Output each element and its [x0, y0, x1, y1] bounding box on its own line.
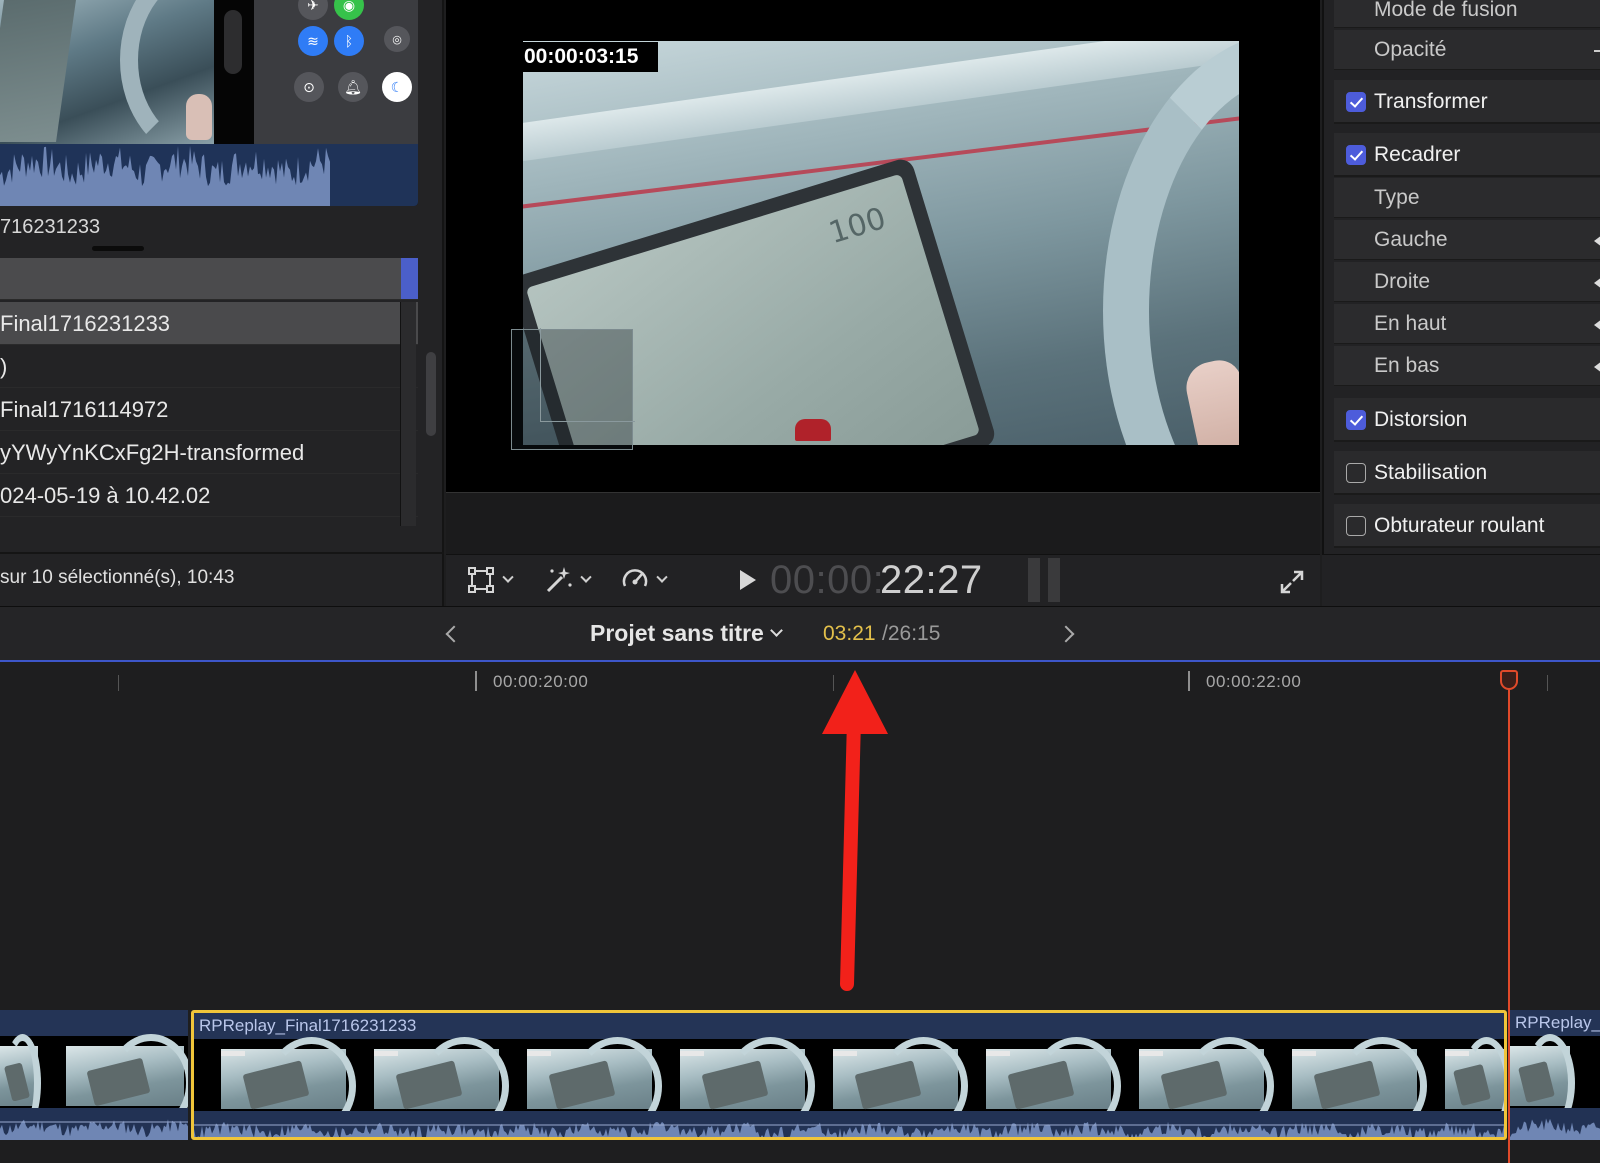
- header-accent: [401, 258, 418, 299]
- magic-wand-icon: [546, 567, 572, 593]
- keyframe-icon[interactable]: [1594, 235, 1600, 247]
- ruler-label: 00:00:20:00: [493, 672, 589, 691]
- keyframe-icon[interactable]: [1594, 361, 1600, 373]
- list-item[interactable]: yYWyYnKCxFg2H-transformed: [0, 431, 418, 474]
- browser-clip-name: 716231233: [0, 216, 101, 238]
- list-item[interactable]: ): [0, 345, 418, 388]
- clip-filmstrip: [0, 1034, 188, 1132]
- browser-panel: ✈ ◉ ≋ ᛒ ◎ ⊙ 🔔︎ ☾ 716231233 Final17162312…: [0, 0, 444, 606]
- transform-checkbox[interactable]: [1346, 92, 1366, 112]
- inspector-row-top[interactable]: En haut: [1334, 304, 1600, 344]
- browser-clip-list: Final1716231233 ) Final1716114972 yYWyYn…: [0, 302, 418, 526]
- ruler-tick: [475, 671, 477, 691]
- inspector-section-rolling-shutter[interactable]: Obturateur roulant: [1334, 504, 1600, 548]
- inspector-section-stabilization[interactable]: Stabilisation: [1334, 451, 1600, 495]
- inspector-row-left[interactable]: Gauche: [1334, 220, 1600, 260]
- timeline-ruler[interactable]: [0, 664, 1600, 698]
- cellular-icon: ◉: [334, 0, 364, 20]
- timeline-header: [0, 606, 1600, 662]
- chevron-down-icon: [656, 571, 668, 583]
- playhead-handle[interactable]: [1500, 670, 1518, 690]
- viewer-timecode-dim: 00:00:: [770, 558, 885, 602]
- chevron-down-icon: [580, 571, 592, 583]
- selection-status: sur 10 sélectionné(s), 10:43: [0, 567, 235, 588]
- ruler-tick: [833, 675, 834, 691]
- stabilization-checkbox[interactable]: [1346, 463, 1366, 483]
- audio-meter[interactable]: [1028, 558, 1064, 602]
- clip-title: RPReplay_: [1510, 1010, 1600, 1036]
- thumbnail-waveform: [0, 144, 418, 206]
- transform-tool-button[interactable]: [466, 562, 514, 598]
- clip-waveform: [1510, 1108, 1600, 1140]
- list-item[interactable]: Final1716231233: [0, 302, 418, 345]
- clip-waveform: [194, 1111, 1504, 1137]
- airdrop-icon: ◎: [384, 26, 410, 52]
- clip-filmstrip: [1510, 1034, 1600, 1132]
- rolling-shutter-checkbox[interactable]: [1346, 516, 1366, 536]
- browser-split-handle[interactable]: [92, 246, 144, 251]
- clip-title: RPReplay_Final1716231233: [194, 1013, 1504, 1039]
- transform-icon: [468, 567, 494, 593]
- bell-icon: 🔔︎: [338, 72, 368, 102]
- divider: [0, 552, 444, 554]
- timeline-total-duration: /26:15: [882, 622, 941, 645]
- ruler-tick: [1547, 675, 1548, 691]
- overlay-timecode: 00:00:03:15: [522, 42, 658, 72]
- crop-guide-overlay[interactable]: [511, 328, 635, 450]
- fullscreen-icon[interactable]: [1278, 568, 1306, 596]
- keyframe-icon[interactable]: [1594, 277, 1600, 289]
- inspector-footer: [1322, 554, 1600, 606]
- timeline-clip-right[interactable]: RPReplay_: [1510, 1010, 1600, 1140]
- playhead[interactable]: [1508, 686, 1510, 1163]
- inspector-row-type[interactable]: Type: [1334, 178, 1600, 218]
- list-item[interactable]: Final1716114972: [0, 388, 418, 431]
- play-icon[interactable]: [740, 570, 756, 590]
- retime-tool-button[interactable]: [620, 562, 668, 598]
- moon-icon: ☾: [382, 72, 412, 102]
- viewer-bottom-area: [446, 492, 1320, 554]
- inspector-row-right[interactable]: Droite: [1334, 262, 1600, 302]
- airplane-icon: ✈: [298, 0, 328, 20]
- video-speed-readout: 100: [824, 200, 890, 252]
- timeline-bottom: [0, 1140, 1600, 1163]
- rotation-lock-icon: ⊙: [294, 72, 324, 102]
- inspector-row-opacity[interactable]: Opacité: [1334, 30, 1600, 70]
- speedometer-icon: [622, 569, 648, 587]
- viewer-timecode[interactable]: 22:27: [880, 558, 983, 603]
- list-scrollbar[interactable]: [426, 352, 436, 436]
- timeline-clip-selected[interactable]: RPReplay_Final1716231233: [191, 1010, 1507, 1140]
- project-title[interactable]: Projet sans titre: [590, 620, 764, 647]
- ruler-tick: [118, 675, 119, 691]
- inspector-section-crop[interactable]: Recadrer: [1334, 133, 1600, 177]
- ruler-label: 00:00:22:00: [1206, 672, 1302, 691]
- timeline-current-timecode: 03:21: [823, 622, 876, 645]
- thumbnail-phone-edge: [214, 0, 254, 144]
- list-item[interactable]: 024-05-19 à 10.42.02: [0, 474, 418, 517]
- ruler-tick: [1188, 671, 1190, 691]
- browser-list-header[interactable]: [0, 258, 418, 300]
- list-column-divider: [400, 302, 416, 526]
- inspector-panel: Mode de fusion Opacité Transformer Recad…: [1322, 0, 1600, 606]
- thumbnail-photo: [0, 0, 214, 160]
- crop-checkbox[interactable]: [1346, 145, 1366, 165]
- thumbnail-control-center: ✈ ◉ ≋ ᛒ ◎ ⊙ 🔔︎ ☾: [254, 0, 418, 144]
- clip-thumbnail[interactable]: ✈ ◉ ≋ ᛒ ◎ ⊙ 🔔︎ ☾: [0, 0, 418, 206]
- wifi-icon: ≋: [298, 26, 328, 56]
- inspector-section-distort[interactable]: Distorsion: [1334, 398, 1600, 442]
- bluetooth-icon: ᛒ: [334, 26, 364, 56]
- inspector-section-transform[interactable]: Transformer: [1334, 80, 1600, 124]
- distort-checkbox[interactable]: [1346, 410, 1366, 430]
- inspector-row-blend-mode[interactable]: Mode de fusion: [1334, 0, 1600, 28]
- clip-filmstrip: [194, 1037, 1504, 1135]
- clip-waveform: [0, 1108, 188, 1140]
- chevron-down-icon: [502, 571, 514, 583]
- enhance-tool-button[interactable]: [542, 562, 592, 598]
- clip-title-bar: [0, 1010, 188, 1036]
- timeline-clip-left[interactable]: [0, 1010, 188, 1140]
- keyframe-icon[interactable]: [1594, 319, 1600, 331]
- inspector-row-bottom[interactable]: En bas: [1334, 346, 1600, 386]
